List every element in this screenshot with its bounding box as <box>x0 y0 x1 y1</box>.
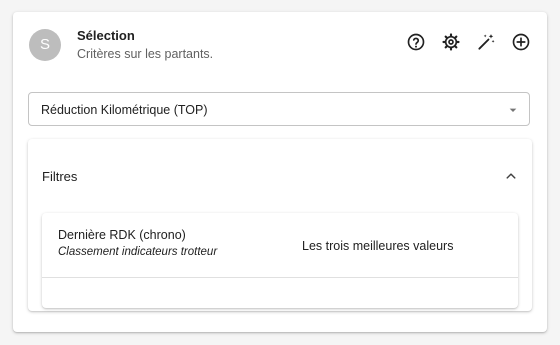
filter-value: Les trois meilleures valeurs <box>302 239 454 253</box>
criteria-select[interactable]: Réduction Kilométrique (TOP) <box>28 92 530 126</box>
add-circle-icon <box>512 33 529 51</box>
selection-card: S Sélection Critères sur les partants. R… <box>13 12 547 332</box>
caret-down-icon <box>509 108 517 112</box>
help-circle-icon <box>407 33 424 51</box>
table-row[interactable]: Dernière RDK (chrono) Classement indicat… <box>42 213 518 278</box>
gear-icon <box>441 33 460 51</box>
settings-button[interactable] <box>438 30 463 54</box>
magic-wand-button[interactable] <box>473 30 498 54</box>
card-subtitle: Critères sur les partants. <box>77 47 214 61</box>
filters-table: Dernière RDK (chrono) Classement indicat… <box>42 213 518 308</box>
filters-panel: Filtres Dernière RDK (chrono) Classement… <box>28 139 532 311</box>
filter-name: Dernière RDK (chrono) <box>58 228 186 242</box>
magic-wand-icon <box>477 34 494 50</box>
card-actions <box>403 30 533 54</box>
card-title: Sélection <box>77 28 135 43</box>
chevron-up-icon[interactable] <box>502 167 520 185</box>
avatar: S <box>29 29 61 61</box>
filter-description: Classement indicateurs trotteur <box>58 246 218 258</box>
help-button[interactable] <box>403 30 428 54</box>
filters-title: Filtres <box>42 169 78 184</box>
criteria-select-value: Réduction Kilométrique (TOP) <box>41 103 208 117</box>
empty-table-row <box>42 278 518 308</box>
add-button[interactable] <box>508 30 533 54</box>
